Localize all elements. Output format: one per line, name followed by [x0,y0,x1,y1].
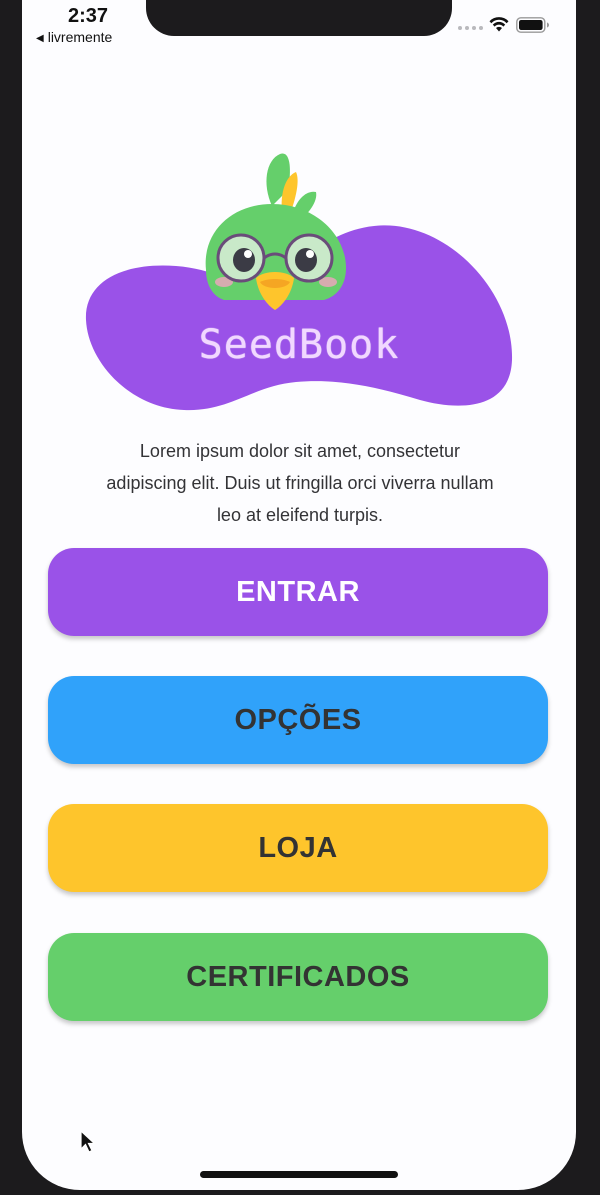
home-indicator[interactable] [200,1171,398,1178]
opcoes-button[interactable]: OPÇÕES [48,676,548,764]
app-description: Lorem ipsum dolor sit amet, consectetur … [106,441,494,525]
mouse-cursor-icon [80,1130,96,1153]
back-app-label: livremente [47,29,113,45]
parrot-mascot-icon [205,153,346,310]
battery-icon [516,17,549,33]
loja-button[interactable]: LOJA [48,804,548,892]
entrar-button[interactable]: ENTRAR [48,548,548,636]
wifi-icon [489,17,509,32]
back-arrow-icon: ◀ [36,33,44,44]
certificados-button[interactable]: CERTIFICADOS [48,933,548,1021]
app-logo: SeedBook [84,150,516,420]
status-time: 2:37 [68,5,109,27]
brand-name: SeedBook [198,322,400,368]
back-to-app-link[interactable]: ◀ livremente [36,29,112,45]
signal-icon [458,26,484,34]
device-notch [146,0,452,36]
